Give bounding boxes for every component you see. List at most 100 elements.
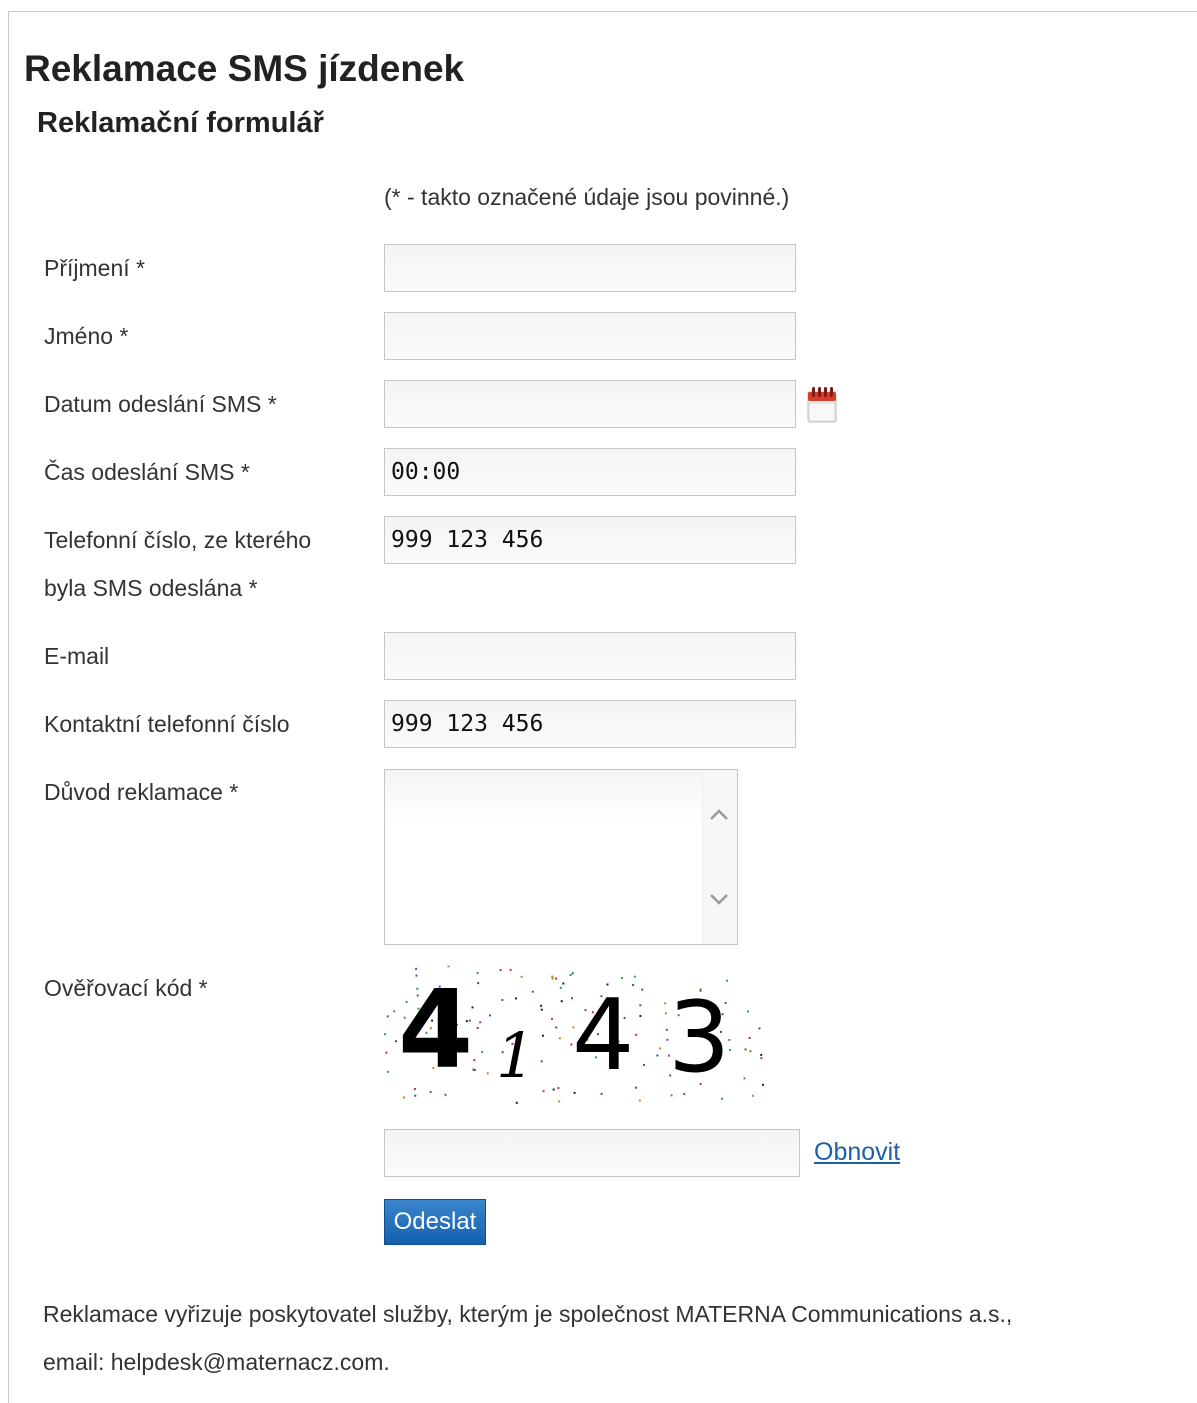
refresh-captcha-link[interactable]: Obnovit [814,1138,900,1167]
captcha-noise-dot [560,1000,563,1003]
captcha-noise-dot [639,1004,642,1007]
captcha-noise-dot [558,1100,561,1103]
submit-button[interactable]: Odeslat [384,1199,486,1245]
captcha-noise-dot [476,1027,479,1029]
captcha-noise-dot [721,1097,723,1100]
captcha-noise-dot [387,1070,390,1073]
calendar-icon[interactable] [806,384,838,424]
captcha-noise-dot [659,1047,662,1050]
captcha-noise-dot [542,1090,545,1093]
captcha-noise-dot [752,1094,754,1097]
captcha-noise-dot [540,1004,543,1007]
required-note: (* - takto označené údaje jsou povinné.) [384,184,790,210]
reason-label: Důvod reklamace * [44,779,239,805]
captcha-noise-dot [444,1093,447,1096]
surname-input[interactable] [384,244,796,292]
captcha-noise-dot [552,1088,555,1091]
first-name-label: Jméno * [44,323,129,349]
captcha-noise-dot [551,1017,553,1020]
sms-date-input[interactable] [384,380,796,428]
captcha-noise-dot [749,1050,752,1053]
captcha-noise-dot [664,1002,667,1005]
surname-label: Příjmení * [44,255,145,281]
captcha-noise-dot [540,1060,543,1063]
captcha-noise-dot [540,1008,543,1011]
sender-phone-label-line1: Telefonní číslo, ze kterého [44,527,312,553]
captcha-char-4: 3 [668,981,730,1095]
captcha-noise-dot [488,1014,491,1017]
captcha-noise-dot [643,1064,645,1066]
captcha-noise-dot [634,1086,637,1089]
captcha-noise-dot [551,975,554,978]
captcha-noise-dot [501,999,504,1001]
captcha-noise-dot [562,982,565,985]
captcha-noise-dot [385,1051,388,1054]
email-label: E-mail [44,643,110,669]
captcha-noise-dot [639,1015,642,1017]
captcha-noise-dot [760,1053,763,1056]
footer-text: Reklamace vyřizuje poskytovatel služby, … [43,1290,1183,1386]
sender-phone-label-line2: byla SMS odeslána * [44,575,258,601]
contact-phone-input[interactable] [384,700,796,748]
captcha-noise-dot [760,1057,763,1060]
captcha-noise-dot [635,1033,638,1036]
contact-phone-label: Kontaktní telefonní číslo [44,711,290,737]
sender-phone-input[interactable] [384,516,796,564]
captcha-noise-dot [393,1010,396,1013]
captcha-noise-dot [542,1034,544,1037]
captcha-noise-dot [477,982,480,985]
captcha-noise-dot [520,975,523,978]
sms-time-input[interactable] [384,448,796,496]
captcha-noise-dot [664,1012,667,1015]
scroll-down-icon[interactable] [708,888,730,910]
captcha-char-1: 4 [398,968,473,1093]
captcha-noise-dot [555,977,558,980]
captcha-noise-dot [641,988,644,991]
reason-scrollbar[interactable] [702,770,737,944]
captcha-input[interactable] [384,1129,800,1177]
captcha-noise-dot [748,1037,751,1039]
captcha-char-3: 4 [572,979,634,1093]
captcha-noise-dot [600,1092,603,1095]
captcha-noise-dot [569,974,572,976]
captcha-noise-dot [486,1072,489,1075]
captcha-noise-dot [555,1026,558,1029]
captcha-noise-dot [747,1010,749,1013]
captcha-noise-dot [656,1054,659,1057]
captcha-noise-dot [499,969,502,972]
captcha-noise-dot [762,1083,764,1086]
captcha-noise-dot [531,990,534,993]
captcha-label: Ověřovací kód * [44,975,208,1001]
form-title: Reklamační formulář [37,107,324,139]
captcha-noise-dot [403,1096,405,1099]
sms-time-label: Čas odeslání SMS * [44,459,250,485]
captcha-noise-dot [479,1021,482,1024]
captcha-noise-dot [758,1027,761,1030]
captcha-noise-dot [515,1101,518,1104]
footer-line-2: email: helpdesk@maternacz.com. [43,1349,390,1375]
first-name-input[interactable] [384,312,796,360]
captcha-noise-dot [515,997,518,1000]
captcha-char-2: 1 [496,1019,535,1092]
captcha-noise-dot [638,1099,641,1102]
captcha-noise-dot [509,968,512,971]
captcha-noise-dot [473,1059,476,1062]
captcha-noise-dot [558,1037,561,1040]
captcha-noise-dot [551,977,554,980]
captcha-noise-dot [476,972,479,975]
reason-textarea[interactable] [384,769,738,945]
page-title: Reklamace SMS jízdenek [24,48,465,89]
email-input[interactable] [384,632,796,680]
captcha-noise-dot [744,1048,747,1051]
captcha-noise-dot [743,1077,746,1080]
captcha-noise-dot [571,972,574,975]
captcha-image: 4 1 4 3 [384,965,764,1104]
captcha-noise-dot [395,1040,397,1043]
captcha-noise-dot [557,1087,560,1090]
sms-date-label: Datum odeslání SMS * [44,391,277,417]
captcha-noise-dot [386,1015,389,1018]
scroll-up-icon[interactable] [708,804,730,826]
footer-line-1: Reklamace vyřizuje poskytovatel služby, … [43,1301,1013,1327]
captcha-noise-dot [481,1051,484,1054]
captcha-noise-dot [559,986,562,989]
